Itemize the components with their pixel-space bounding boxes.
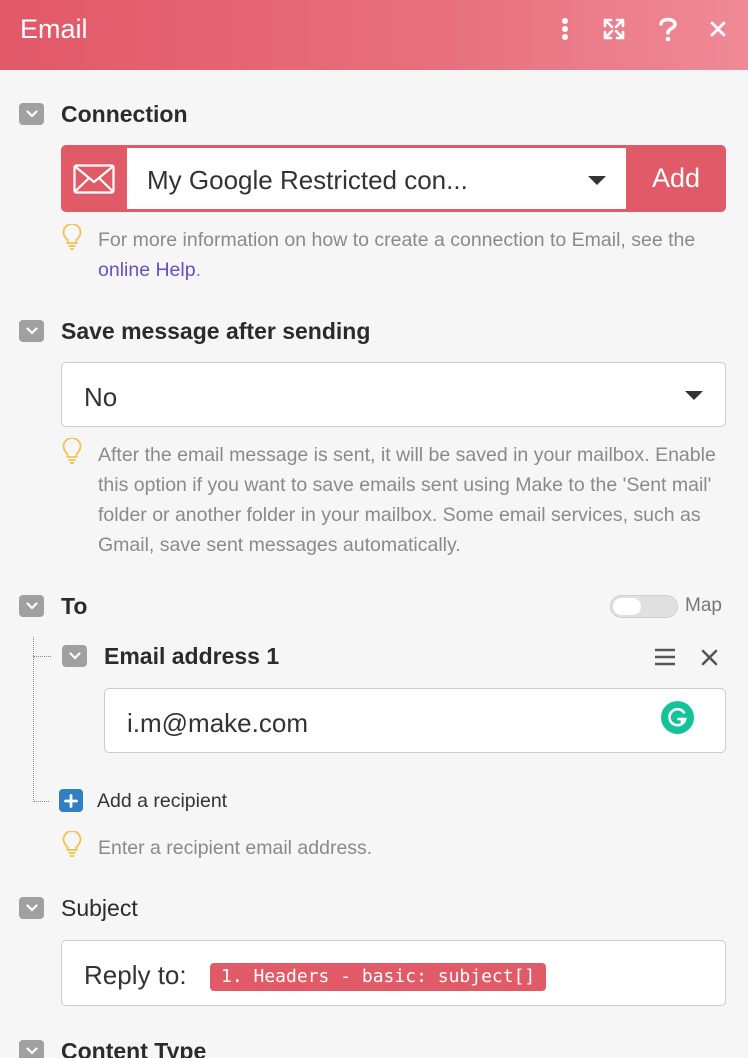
expand-icon[interactable] (600, 14, 628, 44)
envelope-icon (61, 145, 127, 212)
connection-hint-text: For more information on how to create a … (98, 229, 696, 251)
connection-hint: For more information on how to create a … (98, 225, 723, 285)
save-message-select[interactable]: No (61, 362, 726, 427)
map-label: Map (685, 595, 722, 616)
grammarly-icon[interactable] (661, 701, 694, 734)
chevron-down-icon (25, 602, 38, 610)
to-hint: Enter a recipient email address. (98, 837, 373, 859)
connection-label: Connection (61, 101, 188, 127)
collapse-to-button[interactable] (19, 595, 44, 617)
subject-input[interactable]: Reply to: 1. Headers - basic: subject[] (61, 940, 726, 1006)
lightbulb-icon (62, 437, 82, 464)
tree-branch (33, 656, 51, 657)
online-help-link[interactable]: online Help (98, 259, 196, 281)
close-icon[interactable] (706, 14, 730, 44)
add-connection-button[interactable]: Add (626, 145, 726, 212)
email-address-input[interactable]: i.m@make.com (104, 688, 726, 753)
collapse-connection-button[interactable] (19, 103, 44, 125)
panel-header: Email (0, 0, 748, 70)
connection-field: My Google Restricted con... Add (61, 145, 726, 212)
add-recipient-button[interactable]: Add a recipient (97, 790, 227, 813)
mapped-variable-pill[interactable]: 1. Headers - basic: subject[] (210, 963, 547, 991)
chevron-down-icon (68, 652, 81, 660)
tree-branch (33, 801, 49, 802)
chevron-down-icon (25, 904, 38, 912)
connection-hint-end: . (195, 259, 201, 281)
panel-title: Email (20, 14, 88, 44)
subject-prefix-text: Reply to: (84, 960, 187, 990)
caret-down-icon (685, 391, 703, 400)
save-message-hint: After the email message is sent, it will… (98, 444, 716, 556)
help-icon[interactable] (655, 14, 681, 44)
to-label: To (61, 593, 88, 619)
email-address-value: i.m@make.com (127, 708, 308, 738)
chevron-down-icon (25, 1047, 38, 1055)
collapse-save-message-button[interactable] (19, 320, 44, 342)
content-type-label: Content Type (61, 1038, 207, 1058)
connection-select[interactable]: My Google Restricted con... (127, 148, 626, 209)
subject-label: Subject (61, 895, 138, 921)
connection-selected-value: My Google Restricted con... (147, 165, 468, 195)
collapse-email-address-button[interactable] (62, 645, 87, 667)
lightbulb-icon (62, 830, 82, 857)
chevron-down-icon (25, 110, 38, 118)
save-message-selected-value: No (84, 382, 118, 412)
drag-handle-icon[interactable] (654, 647, 676, 667)
more-vertical-icon[interactable] (555, 14, 575, 44)
map-toggle[interactable] (610, 595, 678, 618)
email-address-label: Email address 1 (104, 643, 280, 669)
toggle-knob (613, 598, 641, 615)
chevron-down-icon (25, 327, 38, 335)
collapse-subject-button[interactable] (19, 897, 44, 919)
tree-line (33, 637, 34, 802)
save-message-label: Save message after sending (61, 318, 371, 344)
plus-icon[interactable] (59, 789, 83, 812)
caret-down-icon (588, 176, 606, 185)
collapse-content-type-button[interactable] (19, 1040, 44, 1058)
lightbulb-icon (62, 223, 82, 250)
remove-icon[interactable] (701, 649, 718, 666)
